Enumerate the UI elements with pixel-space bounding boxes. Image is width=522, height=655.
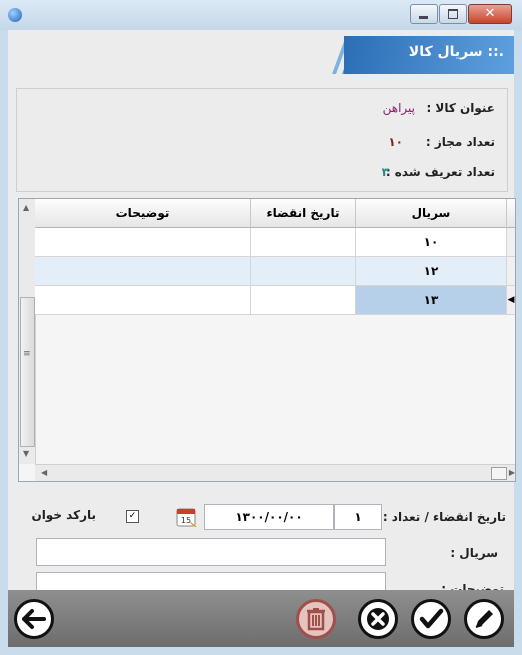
- table-row-notes[interactable]: [35, 286, 251, 315]
- header-banner: .:: سریال کالا: [8, 30, 514, 78]
- maximize-icon: [448, 9, 458, 19]
- arrow-left-icon: [22, 609, 46, 629]
- scroll-down-icon[interactable]: ▼: [23, 449, 29, 458]
- calendar-icon[interactable]: 15: [176, 506, 198, 528]
- allowed-count-value: ۱۰: [388, 135, 403, 149]
- calendar-day: 15: [181, 516, 191, 525]
- delete-button[interactable]: [296, 599, 336, 639]
- entry-form: تاریخ انقضاء / تعداد : 15 ✓ بارکد خوان س…: [16, 488, 506, 600]
- count-input[interactable]: [334, 504, 382, 530]
- action-toolbar: [8, 590, 514, 647]
- product-value: پیراهن: [382, 101, 415, 115]
- scroll-up-icon[interactable]: ▲: [23, 203, 29, 212]
- horizontal-scroll-thumb[interactable]: [491, 467, 507, 480]
- table-row-serial[interactable]: ۱۰: [356, 228, 507, 257]
- serial-label: سریال :: [450, 546, 498, 560]
- back-button[interactable]: [14, 599, 54, 639]
- app-icon: [8, 8, 22, 22]
- vertical-scrollbar[interactable]: ▲ ≡ ▼: [19, 199, 36, 464]
- row-selector[interactable]: [507, 257, 515, 286]
- close-icon: ✕: [484, 6, 496, 21]
- table-row-expiry[interactable]: [251, 257, 356, 286]
- table-row-notes[interactable]: [35, 228, 251, 257]
- cancel-icon: [367, 608, 389, 630]
- close-button[interactable]: ✕: [468, 4, 512, 24]
- table-row-serial-selected[interactable]: ۱۳: [356, 286, 507, 315]
- table-row-notes[interactable]: [35, 257, 251, 286]
- defined-count-value: ۳: [381, 165, 389, 179]
- window: ✕ .:: سریال کالا عنوان کالا : پیراهن تعد…: [0, 0, 522, 655]
- minimize-button[interactable]: [410, 4, 438, 24]
- confirm-button[interactable]: [411, 599, 451, 639]
- barcode-checkbox[interactable]: ✓: [126, 510, 139, 523]
- column-header-serial[interactable]: سریال: [356, 199, 507, 228]
- table-row-serial[interactable]: ۱۲: [356, 257, 507, 286]
- maximize-button[interactable]: [439, 4, 467, 24]
- column-header-expiry[interactable]: تاریخ انقضاء: [251, 199, 356, 228]
- check-icon: [419, 608, 444, 629]
- barcode-label: بارکد خوان: [31, 508, 96, 522]
- row-selector[interactable]: [507, 228, 515, 257]
- vertical-scroll-thumb[interactable]: [20, 297, 35, 447]
- row-header-corner: [507, 199, 515, 228]
- trash-icon: [307, 608, 325, 631]
- scroll-left-icon[interactable]: ◀: [41, 468, 47, 477]
- scroll-grip-icon: ≡: [23, 349, 31, 359]
- allowed-count-label: تعداد مجاز :: [425, 135, 495, 149]
- cancel-button[interactable]: [358, 599, 398, 639]
- minimize-icon: [419, 16, 428, 19]
- client-area: .:: سریال کالا عنوان کالا : پیراهن تعداد…: [8, 30, 516, 647]
- serial-input[interactable]: [36, 538, 386, 566]
- product-label: عنوان کالا :: [426, 101, 495, 115]
- edit-icon: [475, 610, 493, 628]
- column-header-notes[interactable]: توضیحات: [35, 199, 251, 228]
- expiry-date-input[interactable]: [204, 504, 334, 530]
- horizontal-scrollbar[interactable]: ◀ ▶: [35, 464, 515, 481]
- page-title: .:: سریال کالا: [408, 44, 504, 60]
- edit-button[interactable]: [464, 599, 504, 639]
- table-row-expiry[interactable]: [251, 286, 356, 315]
- table-row-expiry[interactable]: [251, 228, 356, 257]
- serial-grid[interactable]: ▲ ≡ ▼ توضیحات تاریخ انقضاء سریال ۱۰ ۱۲ ۱…: [18, 198, 516, 482]
- defined-count-label: تعداد تعریف شده :: [385, 165, 495, 179]
- scroll-right-icon[interactable]: ▶: [509, 468, 515, 477]
- expiry-count-label: تاریخ انقضاء / تعداد :: [382, 510, 506, 524]
- current-row-pointer-icon: ◀: [507, 286, 515, 315]
- title-bar: ✕: [0, 0, 522, 30]
- product-info-panel: عنوان کالا : پیراهن تعداد مجاز : ۱۰ تعدا…: [16, 88, 508, 192]
